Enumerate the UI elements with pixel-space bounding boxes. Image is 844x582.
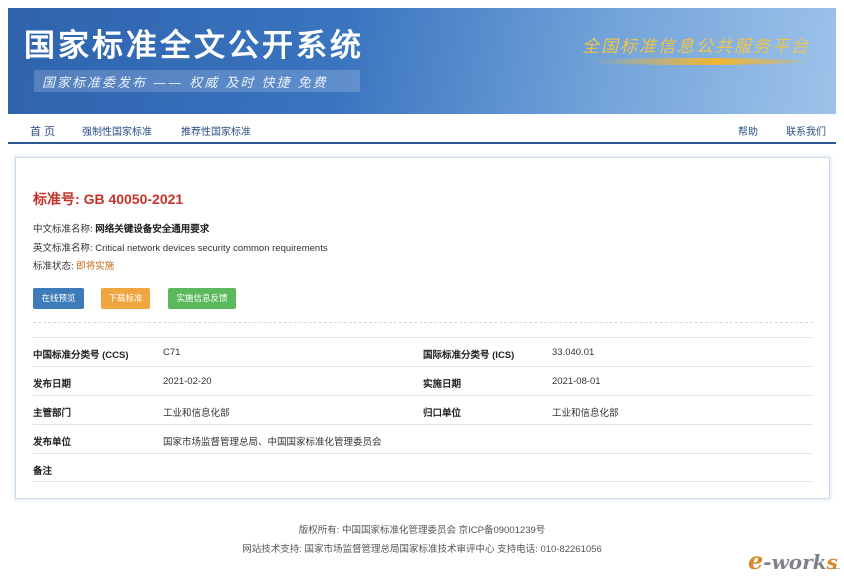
cn-name-label: 中文标准名称: (33, 224, 93, 235)
cn-name-value: 网络关键设备安全通用要求 (95, 224, 210, 235)
arrow-left-icon: ← (832, 562, 842, 573)
owner-value: 工业和信息化部 (552, 408, 619, 419)
download-standard-button[interactable]: 下载标准 (101, 288, 150, 309)
decorative-swoosh (586, 58, 806, 65)
online-preview-button[interactable]: 在线预览 (33, 288, 84, 309)
standard-number-label: 标准号: (33, 191, 80, 207)
main-nav: 首 页 强制性国家标准 推荐性国家标准 帮助 联系我们 (8, 114, 836, 144)
publish-date-value: 2021-02-20 (163, 376, 212, 387)
status-row: 标准状态: 即将实施 (33, 258, 114, 272)
footer-copyright: 版权所有: 中国国家标准化管理委员会 京ICP备09001239号 (298, 525, 546, 536)
footer-support: 网站技术支持: 国家市场监督管理总局国家标准技术审评中心 支持电话: 010-8… (242, 544, 602, 555)
feedback-button[interactable]: 实施信息反馈 (168, 288, 236, 309)
nav-recommended-standards[interactable]: 推荐性国家标准 (181, 123, 251, 138)
status-value: 即将实施 (76, 261, 115, 272)
dept-label: 主管部门 (33, 408, 72, 419)
ccs-label: 中国标准分类号 (CCS) (33, 350, 129, 361)
en-name-label: 英文标准名称: (33, 243, 93, 254)
site-banner: 国家标准全文公开系统 国家标准委发布 —— 权威 及时 快捷 免费 全国标准信息… (8, 8, 836, 114)
detail-row-remarks: 备注 (33, 453, 813, 482)
impl-date-value: 2021-08-01 (552, 376, 601, 387)
site-slogan: 国家标准委发布 —— 权威 及时 快捷 免费 (42, 76, 328, 91)
publish-date-label: 发布日期 (33, 379, 72, 390)
standard-number: 标准号: GB 40050-2021 (33, 189, 183, 209)
detail-row-ccs: 中国标准分类号 (CCS) C71 国际标准分类号 (ICS) 33.040.0… (33, 337, 813, 366)
publisher-label: 发布单位 (33, 437, 72, 448)
owner-label: 归口单位 (423, 408, 462, 419)
cn-name-row: 中文标准名称: 网络关键设备安全通用要求 (33, 221, 209, 235)
standard-detail-card: 标准号: GB 40050-2021 中文标准名称: 网络关键设备安全通用要求 … (15, 157, 830, 499)
ics-label: 国际标准分类号 (ICS) (423, 350, 515, 361)
en-name-row: 英文标准名称: Critical network devices securit… (33, 240, 328, 254)
nav-home[interactable]: 首 页 (30, 123, 55, 139)
dept-value: 工业和信息化部 (163, 408, 230, 419)
ccs-value: C71 (163, 347, 181, 358)
platform-name: 全国标准信息公共服务平台 (582, 37, 810, 57)
detail-row-dates: 发布日期 2021-02-20 实施日期 2021-08-01 (33, 366, 813, 395)
ics-value: 33.040.01 (552, 347, 595, 358)
impl-date-label: 实施日期 (423, 379, 462, 390)
nav-help[interactable]: 帮助 (738, 123, 758, 138)
detail-row-publisher: 发布单位 国家市场监督管理总局、中国国家标准化管理委员会 (33, 424, 813, 453)
site-title: 国家标准全文公开系统 (24, 28, 364, 64)
detail-row-dept: 主管部门 工业和信息化部 归口单位 工业和信息化部 (33, 395, 813, 424)
nav-mandatory-standards[interactable]: 强制性国家标准 (82, 123, 152, 138)
standard-number-value: GB 40050-2021 (83, 191, 184, 207)
status-label: 标准状态: (33, 261, 74, 272)
divider (33, 322, 813, 323)
eworks-watermark-logo: e-works (748, 546, 838, 575)
en-name-value: Critical network devices security common… (95, 243, 328, 254)
publisher-value: 国家市场监督管理总局、中国国家标准化管理委员会 (163, 437, 382, 448)
nav-contact[interactable]: 联系我们 (786, 123, 826, 138)
remarks-label: 备注 (33, 466, 53, 477)
